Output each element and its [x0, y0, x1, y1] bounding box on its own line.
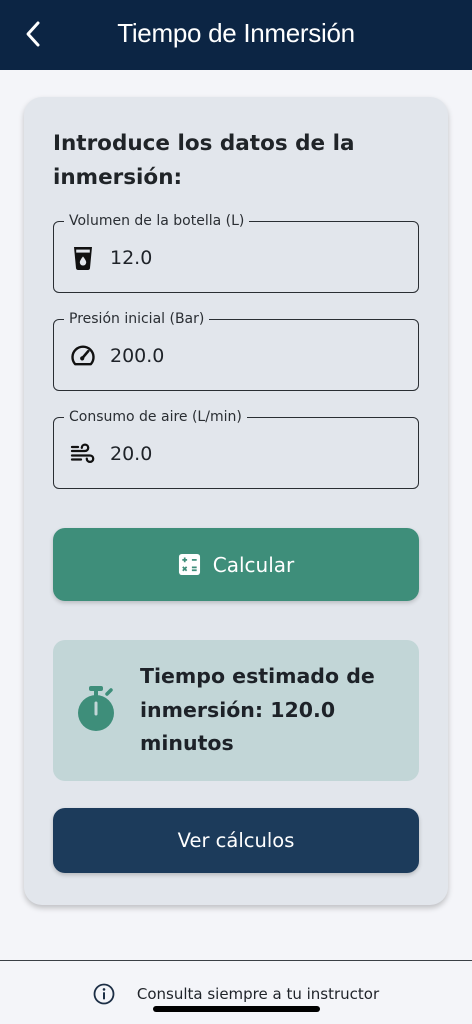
- air-icon: [70, 441, 96, 467]
- estimated-time-text: Tiempo estimado de inmersión: 120.0 minu…: [140, 664, 375, 755]
- footer: Consulta siempre a tu instructor: [0, 960, 472, 1024]
- bottle-icon: [70, 245, 96, 271]
- app-bar: Tiempo de Inmersión: [0, 0, 472, 70]
- air-consumption-field[interactable]: Consumo de aire (L/min): [53, 408, 419, 489]
- air-consumption-label: Consumo de aire (L/min): [64, 408, 247, 426]
- form-heading: Introduce los datos de la inmersión:: [53, 131, 355, 190]
- dive-form-card: Introduce los datos de la inmersión: Vol…: [24, 97, 448, 905]
- gauge-icon: [70, 343, 96, 369]
- view-calculations-button[interactable]: Ver cálculos: [53, 808, 419, 873]
- calculate-label: Calcular: [212, 552, 295, 577]
- view-calculations-label: Ver cálculos: [177, 829, 295, 852]
- result-panel: Tiempo estimado de inmersión: 120.0 minu…: [53, 640, 419, 781]
- tank-volume-field[interactable]: Volumen de la botella (L): [53, 212, 419, 293]
- calculator-icon: [178, 553, 200, 576]
- tank-volume-label: Volumen de la botella (L): [64, 212, 250, 230]
- initial-pressure-input[interactable]: [110, 343, 390, 369]
- initial-pressure-field[interactable]: Presión inicial (Bar): [53, 310, 419, 391]
- stopwatch-icon: [78, 686, 114, 731]
- footer-notice: Consulta siempre a tu instructor: [0, 983, 472, 1005]
- calculate-button[interactable]: Calcular: [53, 528, 419, 601]
- footer-text: Consulta siempre a tu instructor: [136, 985, 380, 1003]
- info-icon: [93, 983, 115, 1005]
- initial-pressure-label: Presión inicial (Bar): [64, 310, 210, 328]
- tank-volume-input[interactable]: [110, 245, 390, 271]
- page-title: Tiempo de Inmersión: [117, 18, 355, 48]
- home-indicator[interactable]: [153, 1006, 320, 1012]
- air-consumption-input[interactable]: [110, 441, 390, 467]
